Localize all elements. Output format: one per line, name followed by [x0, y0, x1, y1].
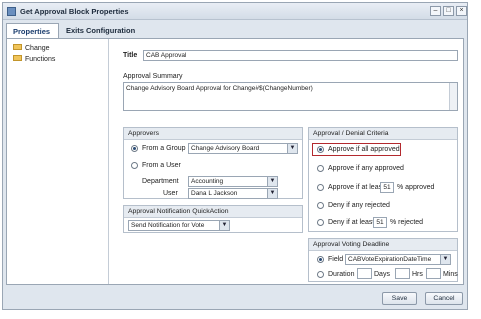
duration-label: Duration	[328, 271, 355, 278]
user-select[interactable]: Dana L Jackson ▼	[188, 188, 278, 199]
user-label: User	[163, 190, 178, 197]
department-select-value: Accounting	[191, 178, 224, 185]
approve-any-radio[interactable]	[317, 165, 324, 172]
title-bar[interactable]: Get Approval Block Properties – □ ×	[3, 3, 467, 20]
window-title: Get Approval Block Properties	[20, 7, 129, 16]
deny-any-radio[interactable]	[317, 202, 324, 209]
hrs-input[interactable]	[395, 268, 410, 279]
title-label: Title	[123, 52, 138, 59]
approve-all-label: Approve if all approved	[328, 146, 400, 153]
close-icon[interactable]: ×	[456, 6, 467, 16]
approvers-group: Approvers From a Group Change Advisory B…	[123, 127, 303, 199]
deny-percent-suffix: % rejected	[390, 219, 424, 226]
approve-any-label: Approve if any approved	[328, 165, 404, 172]
folder-icon	[13, 44, 22, 51]
approve-all-radio[interactable]	[317, 146, 324, 153]
from-user-radio[interactable]	[131, 162, 138, 169]
notification-select[interactable]: Send Notification for Vote ▼	[128, 220, 230, 231]
department-select[interactable]: Accounting ▼	[188, 176, 278, 187]
app-icon	[7, 7, 16, 16]
criteria-header: Approval / Denial Criteria	[309, 128, 457, 140]
chevron-down-icon: ▼	[267, 177, 277, 186]
properties-dialog: Get Approval Block Properties – □ × Prop…	[2, 2, 468, 310]
group-select-value: Change Advisory Board	[191, 145, 260, 152]
department-label: Department	[142, 178, 179, 185]
deadline-header: Approval Voting Deadline	[309, 239, 457, 251]
group-select[interactable]: Change Advisory Board ▼	[188, 143, 298, 154]
field-radio[interactable]	[317, 256, 324, 263]
hrs-label: Hrs	[412, 271, 423, 278]
deny-at-least-radio[interactable]	[317, 219, 324, 226]
chevron-down-icon: ▼	[219, 221, 229, 230]
notification-group: Approval Notification QuickAction Send N…	[123, 205, 303, 233]
tree-item-functions[interactable]: Functions	[13, 55, 56, 66]
notification-select-value: Send Notification for Vote	[131, 222, 205, 229]
deny-at-least-label: Deny if at least	[328, 219, 375, 226]
from-user-label: From a User	[142, 162, 181, 169]
notification-header: Approval Notification QuickAction	[124, 206, 302, 218]
tree-item-label: Change	[25, 45, 50, 52]
save-button[interactable]: Save	[382, 292, 417, 305]
tree-item-label: Functions	[25, 56, 56, 63]
minimize-icon[interactable]: –	[430, 6, 441, 16]
criteria-group: Approval / Denial Criteria Approve if al…	[308, 127, 458, 232]
summary-scrollbar[interactable]	[449, 83, 457, 110]
from-group-radio[interactable]	[131, 145, 138, 152]
field-tree: Change Functions	[7, 39, 109, 284]
deadline-field-value: CABVoteExpirationDateTime	[348, 256, 432, 263]
days-label: Days	[374, 271, 390, 278]
approve-percent-input[interactable]: 51	[380, 182, 394, 193]
summary-textarea[interactable]: Change Advisory Board Approval for Chang…	[123, 82, 458, 111]
chevron-down-icon: ▼	[287, 144, 297, 153]
approve-at-least-radio[interactable]	[317, 184, 324, 191]
deadline-group: Approval Voting Deadline Field CABVoteEx…	[308, 238, 458, 282]
title-input[interactable]: CAB Approval	[143, 50, 458, 61]
chevron-down-icon: ▼	[440, 255, 450, 264]
approvers-header: Approvers	[124, 128, 302, 140]
approve-percent-suffix: % approved	[397, 184, 435, 191]
maximize-icon[interactable]: □	[443, 6, 454, 16]
from-group-label: From a Group	[142, 145, 186, 152]
deadline-field-select[interactable]: CABVoteExpirationDateTime ▼	[345, 254, 451, 265]
mins-label: Mins	[443, 271, 458, 278]
summary-label: Approval Summary	[123, 73, 183, 80]
cancel-button[interactable]: Cancel	[425, 292, 463, 305]
mins-input[interactable]	[426, 268, 441, 279]
folder-icon	[13, 55, 22, 62]
deny-percent-input[interactable]: 51	[373, 217, 387, 228]
deny-any-label: Deny if any rejected	[328, 202, 390, 209]
duration-radio[interactable]	[317, 271, 324, 278]
properties-panel: Change Functions Title CAB Approval Appr…	[6, 38, 464, 285]
summary-text: Change Advisory Board Approval for Chang…	[126, 85, 313, 92]
tab-properties[interactable]: Properties	[6, 23, 59, 38]
approve-at-least-label: Approve if at least	[328, 184, 385, 191]
tab-exits-configuration[interactable]: Exits Configuration	[60, 23, 140, 38]
field-label: Field	[328, 256, 344, 263]
user-select-value: Dana L Jackson	[191, 190, 238, 197]
chevron-down-icon: ▼	[267, 189, 277, 198]
days-input[interactable]	[357, 268, 372, 279]
tree-item-change[interactable]: Change	[13, 44, 50, 55]
